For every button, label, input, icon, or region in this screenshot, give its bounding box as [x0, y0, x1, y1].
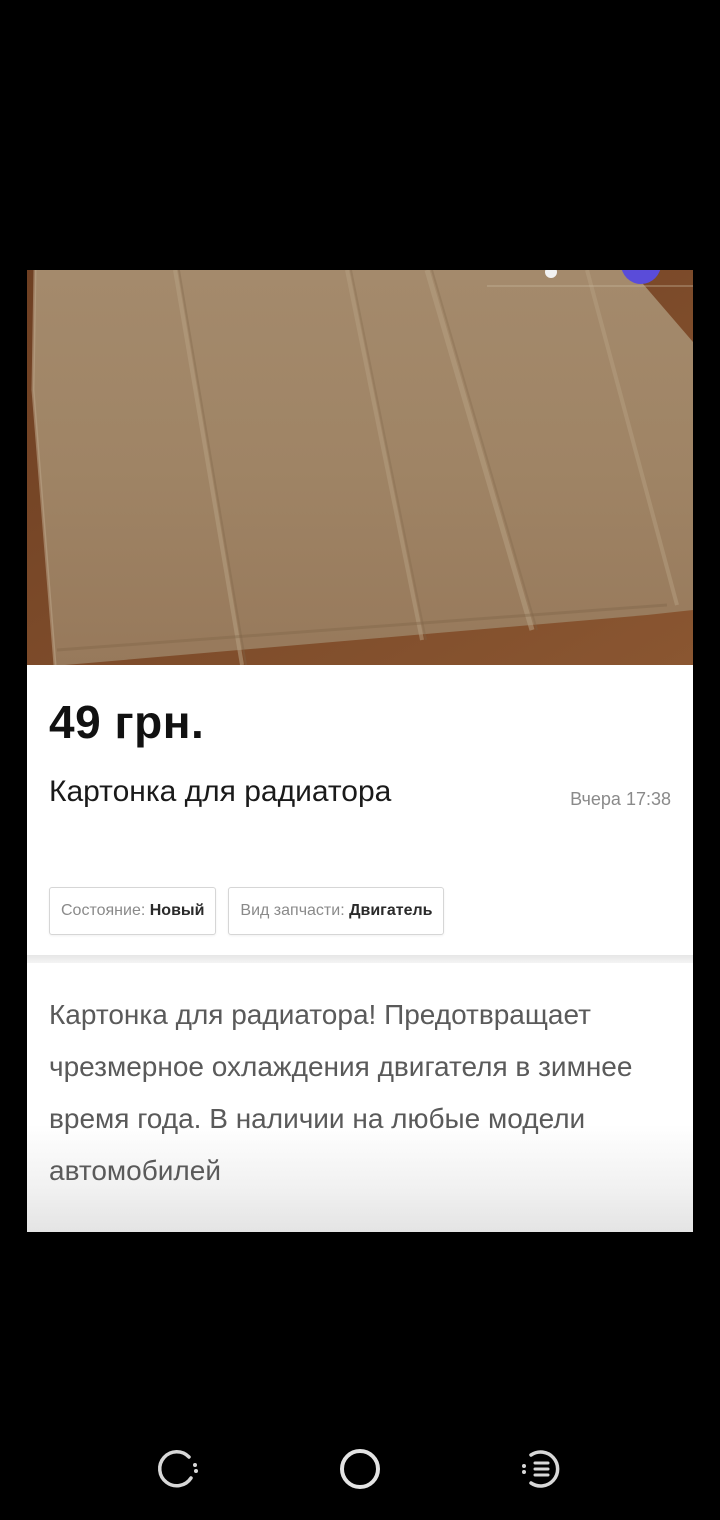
listing-price: 49 грн.	[49, 696, 205, 748]
description-text: Картонка для радиатора! Предотвращает чр…	[49, 999, 633, 1186]
listing-date: Вчера 17:38	[570, 789, 671, 809]
listing-photo[interactable]	[27, 270, 693, 665]
listing-description: Картонка для радиатора! Предотвращает чр…	[27, 963, 693, 1232]
section-divider	[27, 955, 693, 963]
back-icon[interactable]	[515, 1444, 565, 1494]
recent-apps-icon[interactable]	[155, 1444, 205, 1494]
listing-card: 49 грн. Картонка для радиатора Вчера 17:…	[27, 270, 693, 1232]
cardboard-image	[27, 270, 693, 665]
home-icon[interactable]	[335, 1444, 385, 1494]
listing-title: Картонка для радиатора	[49, 775, 392, 808]
tag-condition-label: Состояние:	[61, 902, 146, 919]
tag-condition: Состояние: Новый	[49, 887, 217, 935]
tag-part-type-label: Вид запчасти:	[240, 902, 345, 919]
tag-part-type-value: Двигатель	[349, 902, 433, 919]
system-navigation-bar	[0, 1420, 720, 1520]
screen: 49 грн. Картонка для радиатора Вчера 17:…	[0, 0, 720, 1520]
tag-part-type: Вид запчасти: Двигатель	[228, 887, 445, 935]
listing-tags: Состояние: Новый Вид запчасти: Двигатель	[49, 887, 445, 935]
tag-condition-value: Новый	[149, 902, 205, 919]
listing-info: 49 грн. Картонка для радиатора Вчера 17:…	[27, 665, 693, 955]
